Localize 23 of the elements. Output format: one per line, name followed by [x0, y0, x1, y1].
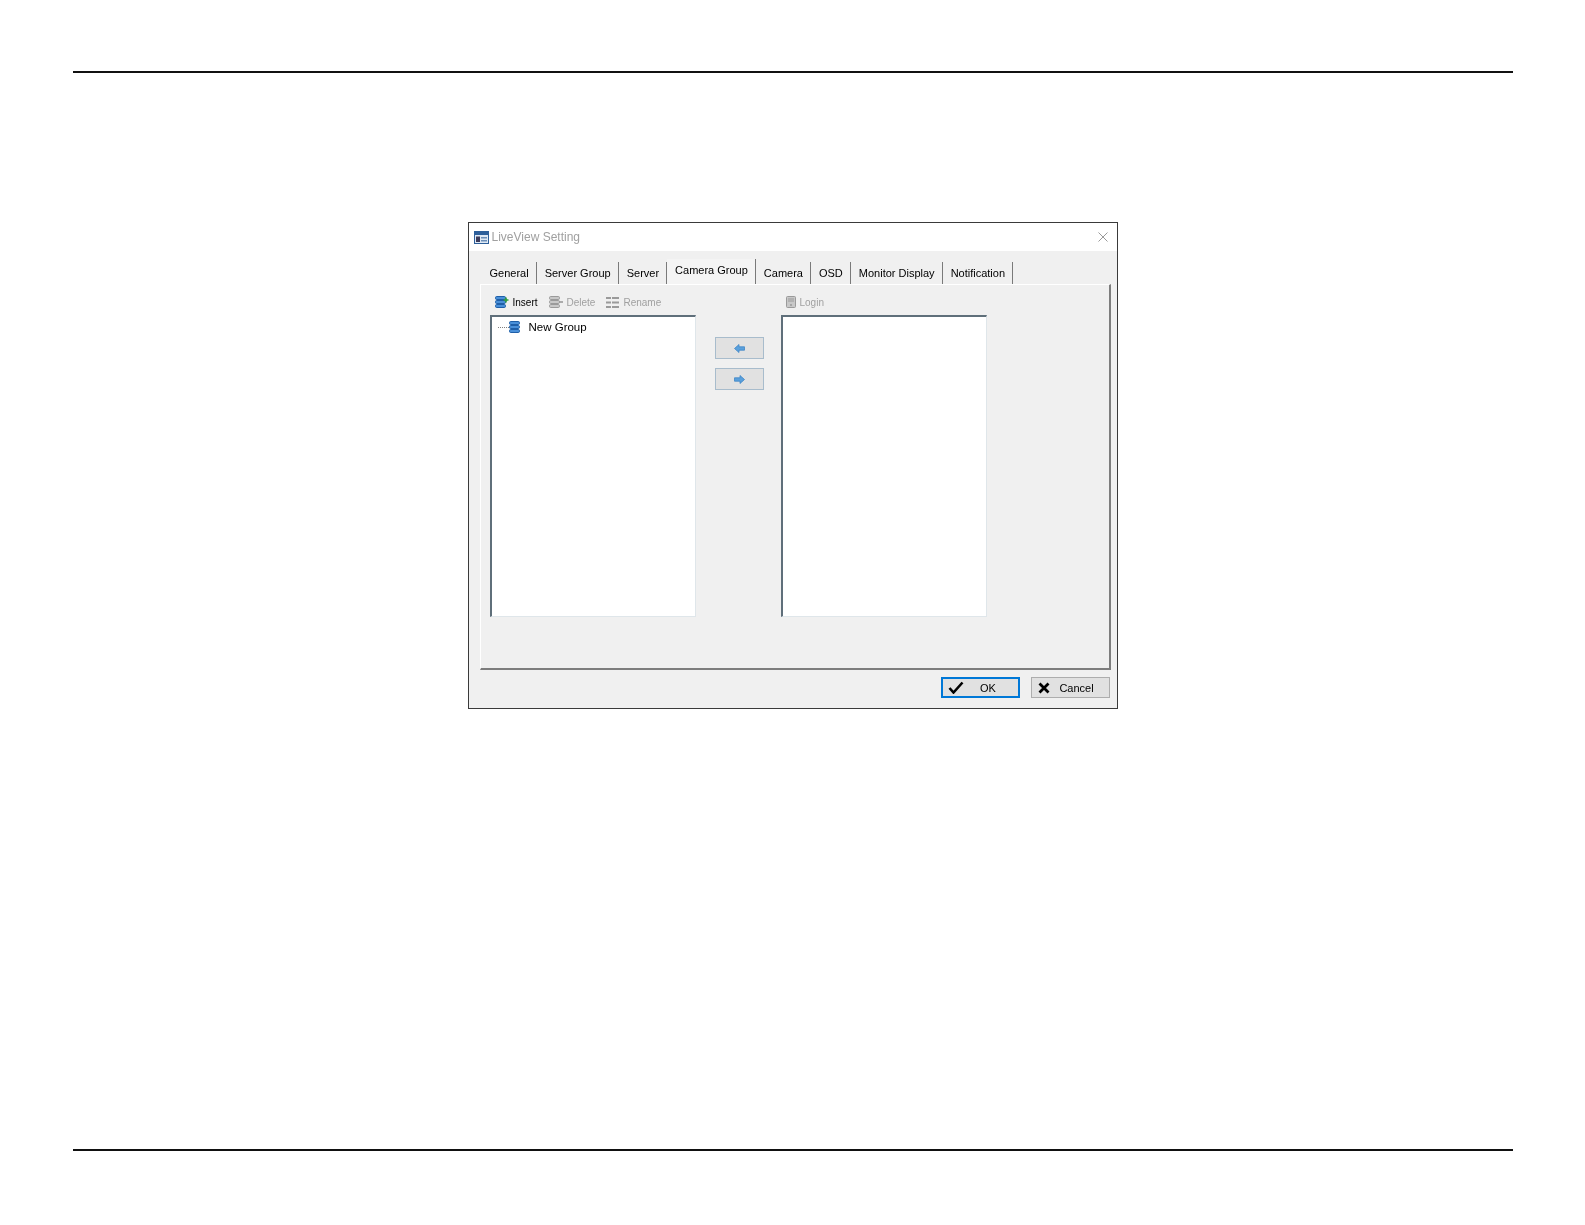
left-arrow-icon [733, 343, 745, 353]
dialog-button[interactable]: Cancel [1030, 677, 1110, 698]
right-arrow-icon [733, 374, 745, 384]
tree-item[interactable]: New Group [508, 319, 589, 335]
stack-minus-icon [548, 296, 563, 308]
tower-icon [785, 296, 796, 308]
dialog-button[interactable]: OK [940, 677, 1020, 698]
close-icon [1097, 232, 1108, 242]
toolbar-button[interactable]: Insert [492, 293, 540, 311]
window-title: LiveView Setting [491, 230, 581, 244]
cross-icon [1037, 681, 1050, 694]
lines-icon [606, 296, 620, 308]
tree-connector-line [497, 326, 509, 328]
stack-plus-icon [494, 296, 509, 308]
list-box[interactable] [780, 315, 987, 617]
arrow-button[interactable] [714, 337, 764, 359]
arrow-button[interactable] [714, 368, 764, 390]
tree-view[interactable]: New Group [489, 315, 696, 617]
tab[interactable]: Camera Group [667, 259, 756, 284]
stack-icon [508, 321, 523, 333]
close-button[interactable] [1095, 230, 1110, 244]
app-window-icon [473, 230, 489, 244]
check-icon [947, 681, 964, 694]
